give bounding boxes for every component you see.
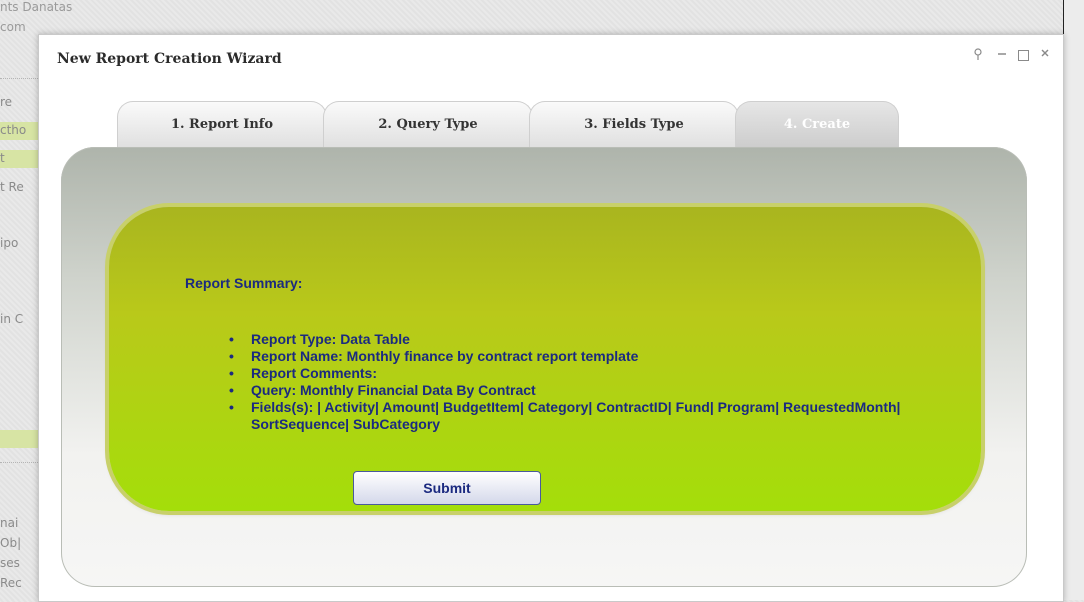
background-title-fragment: nts Danatas (0, 0, 73, 14)
summary-item-report-name: Report Name: Monthly finance by contract… (229, 348, 929, 365)
sidebar-fragment: Ob| (0, 536, 22, 550)
summary-item-report-type: Report Type: Data Table (229, 331, 929, 348)
wizard-panel: Report Summary: Report Type: Data Table … (61, 147, 1027, 587)
submit-button[interactable]: Submit (353, 471, 541, 505)
sidebar-fragment: t (0, 151, 5, 165)
report-summary-list: Report Type: Data Table Report Name: Mon… (229, 331, 929, 433)
summary-item-report-comments: Report Comments: (229, 365, 929, 382)
summary-item-query: Query: Monthly Financial Data By Contrac… (229, 382, 929, 399)
sidebar-fragment: ses (0, 556, 20, 570)
sidebar-fragment: ctho (0, 123, 27, 137)
close-icon[interactable] (1037, 47, 1053, 63)
minimize-icon[interactable] (994, 47, 1010, 63)
background-subtitle-fragment: com (0, 20, 26, 34)
sidebar-fragment: in C (0, 312, 24, 326)
summary-item-fields: Fields(s): | Activity| Amount| BudgetIte… (229, 399, 929, 433)
window-controls (970, 47, 1053, 63)
sidebar-fragment: nai (0, 516, 19, 530)
background-right-edge (1063, 0, 1084, 600)
dialog-title: New Report Creation Wizard (57, 51, 282, 67)
maximize-icon[interactable] (1018, 49, 1029, 61)
report-wizard-dialog: New Report Creation Wizard 1. Report Inf… (38, 34, 1064, 602)
report-summary-title: Report Summary: (185, 275, 303, 291)
tab-fields-type[interactable]: 3. Fields Type (529, 101, 739, 147)
wizard-tabs: 1. Report Info 2. Query Type 3. Fields T… (117, 101, 899, 147)
tab-report-info[interactable]: 1. Report Info (117, 101, 327, 147)
sidebar-fragment: re (0, 95, 13, 109)
sidebar-fragment: t Re (0, 180, 24, 194)
sidebar-fragment: Rec (0, 576, 22, 590)
sidebar-fragment: ipo (0, 236, 19, 250)
report-summary-card: Report Summary: Report Type: Data Table … (109, 207, 981, 511)
tab-query-type[interactable]: 2. Query Type (323, 101, 533, 147)
pin-icon[interactable] (970, 47, 986, 63)
tab-create[interactable]: 4. Create (735, 101, 899, 147)
